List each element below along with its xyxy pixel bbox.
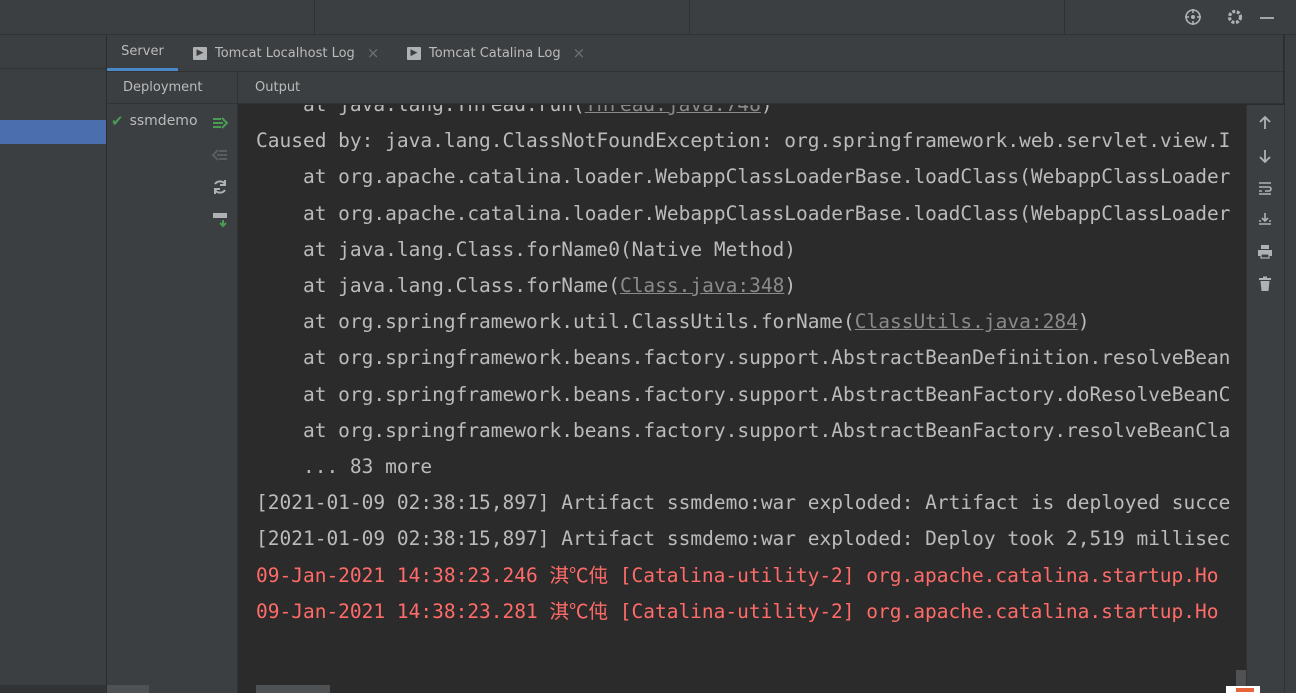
scroll-up-icon[interactable] [1255,113,1275,133]
artifact-item[interactable]: ✔ ssmdemo [107,110,203,132]
console-line-text: 09-Jan-2021 14:38:23.246 淇℃伅 [Catalina-u… [256,563,1219,587]
console-line-text: at java.lang.Thread.run( [256,105,585,116]
deployment-panel: Deployment ✔ ssmdemo [107,72,238,693]
deploy-icon[interactable] [209,112,231,134]
console-toolbar [1246,105,1284,693]
console-line: 09-Jan-2021 14:38:23.281 淇℃伅 [Catalina-u… [256,594,1218,630]
undeploy-icon[interactable] [209,144,231,166]
output-header: Output [238,72,1283,104]
console-line-text: at org.apache.catalina.loader.WebappClas… [256,201,1231,225]
toolbar-segment [0,0,315,34]
refresh-icon[interactable] [209,176,231,198]
top-toolbar [0,0,1296,35]
clear-icon[interactable] [1255,274,1275,294]
corner-logo-mark [1236,688,1254,692]
console-line: at org.apache.catalina.loader.WebappClas… [256,196,1230,232]
console-line: at org.springframework.beans.factory.sup… [256,340,1230,376]
tab-bar: Server ▶ Tomcat Localhost Log × ▶ Tomcat… [107,35,1283,72]
console-line-text: Caused by: java.lang.ClassNotFoundExcept… [256,129,1231,153]
console-line-text: [2021-01-09 02:38:15,897] Artifact ssmde… [256,491,1231,515]
console-line-text: at java.lang.Class.forName0(Native Metho… [256,237,797,261]
selected-tree-item[interactable] [0,120,106,144]
console-line-text: 09-Jan-2021 14:38:23.281 淇℃伅 [Catalina-u… [256,599,1219,623]
horizontal-scrollbar[interactable] [0,685,106,693]
artifact-label: ssmdemo [129,113,198,129]
console-line: at java.lang.Class.forName0(Native Metho… [256,232,796,268]
console-line-text: at java.lang.Class.forName( [256,274,620,297]
close-icon[interactable]: × [573,44,586,62]
console-line: at org.springframework.beans.factory.sup… [256,377,1230,413]
console-line: Caused by: java.lang.ClassNotFoundExcept… [256,123,1230,159]
console-line-suffix: ) [1077,310,1090,334]
tab-server[interactable]: Server [107,35,178,71]
console-line-text: at org.springframework.beans.factory.sup… [256,382,1231,406]
console-line-text: [2021-01-09 02:38:15,897] Artifact ssmde… [256,527,1231,551]
console-line-suffix: ) [761,105,773,116]
console-line-text: at org.apache.catalina.loader.WebappClas… [256,165,1231,189]
crosshair-icon[interactable] [1182,6,1204,28]
project-panel [0,35,107,693]
check-icon: ✔ [111,112,124,130]
toolbar-segment [690,0,1065,34]
source-link[interactable]: ClassUtils.java:284 [855,310,1078,333]
tab-label: Tomcat Localhost Log [215,45,355,61]
console-line-text: at org.springframework.beans.factory.sup… [256,418,1231,442]
update-icon[interactable] [209,208,231,230]
divider [0,68,106,69]
horizontal-scrollbar[interactable] [256,685,330,693]
console-line: ... 83 more [256,449,432,485]
output-panel: Output at java.lang.Thread.run(Thread.ja… [238,72,1284,693]
tab-tomcat-localhost-log[interactable]: ▶ Tomcat Localhost Log × [193,35,379,71]
tab-tomcat-catalina-log[interactable]: ▶ Tomcat Catalina Log × [407,35,585,71]
source-link[interactable]: Class.java:348 [620,274,784,297]
terminal-icon: ▶ [407,46,421,60]
close-icon[interactable]: × [367,44,380,62]
console-line: at org.springframework.util.ClassUtils.f… [256,304,1090,340]
horizontal-scrollbar[interactable] [107,685,149,693]
console-output[interactable]: at java.lang.Thread.run(Thread.java:748)… [238,105,1246,685]
console-line-text: ... 83 more [256,455,433,478]
minimize-icon[interactable] [1256,6,1278,28]
soft-wrap-icon[interactable] [1255,178,1275,198]
source-link[interactable]: Thread.java:748 [585,105,761,116]
services-panel: Server ▶ Tomcat Localhost Log × ▶ Tomcat… [107,35,1284,693]
console-line: at org.apache.catalina.loader.WebappClas… [256,159,1230,195]
scroll-down-icon[interactable] [1255,146,1275,166]
console-line: [2021-01-09 02:38:15,897] Artifact ssmde… [256,521,1230,557]
console-line: [2021-01-09 02:38:15,897] Artifact ssmde… [256,485,1230,521]
console-line: at java.lang.Class.forName(Class.java:34… [256,268,796,304]
console-line-suffix: ) [784,274,797,297]
console-line-text: at org.springframework.util.ClassUtils.f… [256,310,855,334]
scroll-to-end-icon[interactable] [1255,209,1275,229]
console-line-text: at org.springframework.beans.factory.sup… [256,346,1231,370]
right-tool-strip [1284,35,1296,693]
print-icon[interactable] [1255,242,1275,262]
console-line: at org.springframework.beans.factory.sup… [256,413,1230,449]
console-line: 09-Jan-2021 14:38:23.246 淇℃伅 [Catalina-u… [256,558,1218,594]
deployment-header: Deployment [107,72,237,104]
tab-label: Tomcat Catalina Log [429,45,561,61]
terminal-icon: ▶ [193,46,207,60]
console-line: at java.lang.Thread.run(Thread.java:748) [256,105,773,123]
tab-label: Server [121,44,164,59]
gear-icon[interactable] [1224,6,1246,28]
toolbar-segment [315,0,690,34]
